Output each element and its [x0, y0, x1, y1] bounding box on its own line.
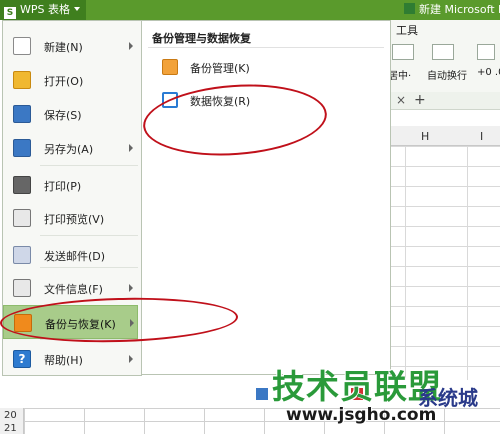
menu-item-label: 发送邮件(D) — [44, 250, 106, 263]
document-title: 新建 Microsoft Exce — [404, 0, 500, 20]
column-header-i[interactable]: I — [480, 130, 483, 143]
close-tab-icon[interactable]: × — [396, 93, 406, 107]
submenu-title: 备份管理与数据恢复 — [152, 32, 251, 45]
new-document-icon — [13, 37, 31, 55]
column-header-h[interactable]: H — [421, 130, 429, 143]
menu-item-label: 打印预览(V) — [44, 213, 105, 226]
mail-icon — [13, 246, 31, 264]
watermark-brand: 技术员联盟 — [272, 367, 442, 406]
menu-item-help[interactable]: ? 帮助(H) — [3, 342, 138, 376]
document-title-text: 新建 Microsoft Exce — [419, 3, 500, 16]
file-info-icon — [13, 279, 31, 297]
menu-item-label: 文件信息(F) — [44, 283, 103, 296]
print-preview-icon — [13, 209, 31, 227]
menu-separator — [40, 267, 138, 268]
menu-item-label: 打印(P) — [44, 180, 82, 193]
menu-item-open[interactable]: 打开(O) — [3, 63, 138, 97]
backup-manage-icon — [162, 59, 178, 75]
wps-logo-icon: S — [4, 7, 16, 19]
tab-tools[interactable]: 工具 — [396, 22, 418, 38]
menu-item-label: 保存(S) — [44, 109, 82, 122]
print-icon — [13, 176, 31, 194]
watermark-side-text: 系统城 — [418, 386, 478, 410]
caret-down-icon — [74, 7, 80, 11]
submenu-separator — [148, 47, 384, 48]
wrap-text-button[interactable]: 自动换行 — [427, 67, 467, 82]
wrap-text-icon[interactable] — [432, 44, 454, 60]
watermark-url: www.jsgho.com — [286, 405, 437, 425]
help-icon: ? — [13, 350, 31, 368]
submenu-item-label: 备份管理(K) — [190, 62, 250, 75]
menu-item-label: 新建(N) — [44, 41, 83, 54]
menu-item-save[interactable]: 保存(S) — [3, 97, 138, 131]
row-header-20[interactable]: 20 — [4, 410, 17, 421]
shirt-icon — [256, 388, 268, 400]
submenu-arrow-icon — [129, 144, 133, 152]
merge-center-button[interactable]: 居中· — [388, 67, 411, 82]
menu-separator — [40, 165, 138, 166]
row-header-21[interactable]: 21 — [4, 423, 17, 434]
submenu-item-backup-management[interactable]: 备份管理(K) — [158, 56, 358, 78]
submenu-arrow-icon — [129, 284, 133, 292]
number-format-icon[interactable] — [477, 44, 495, 60]
submenu-arrow-icon — [129, 42, 133, 50]
number-format-button[interactable]: +0 .00 — [477, 67, 500, 78]
menu-item-new[interactable]: 新建(N) — [3, 29, 138, 63]
menu-item-print-preview[interactable]: 打印预览(V) — [3, 201, 138, 235]
save-as-icon — [13, 139, 31, 157]
wps-app-label: WPS 表格 — [20, 3, 70, 16]
save-icon — [13, 105, 31, 123]
menu-item-print[interactable]: 打印(P) — [3, 168, 138, 202]
menu-item-save-as[interactable]: 另存为(A) — [3, 131, 138, 165]
menu-separator — [40, 235, 138, 236]
spreadsheet-icon — [404, 3, 415, 14]
open-folder-icon — [13, 71, 31, 89]
menu-item-label: 帮助(H) — [44, 354, 83, 367]
menu-item-label: 打开(O) — [44, 75, 84, 88]
menu-item-label: 另存为(A) — [44, 143, 94, 156]
submenu-arrow-icon — [129, 355, 133, 363]
merge-center-icon[interactable] — [392, 44, 414, 60]
wps-app-menu-button[interactable]: S WPS 表格 — [0, 0, 86, 20]
add-tab-icon[interactable]: + — [414, 92, 426, 108]
